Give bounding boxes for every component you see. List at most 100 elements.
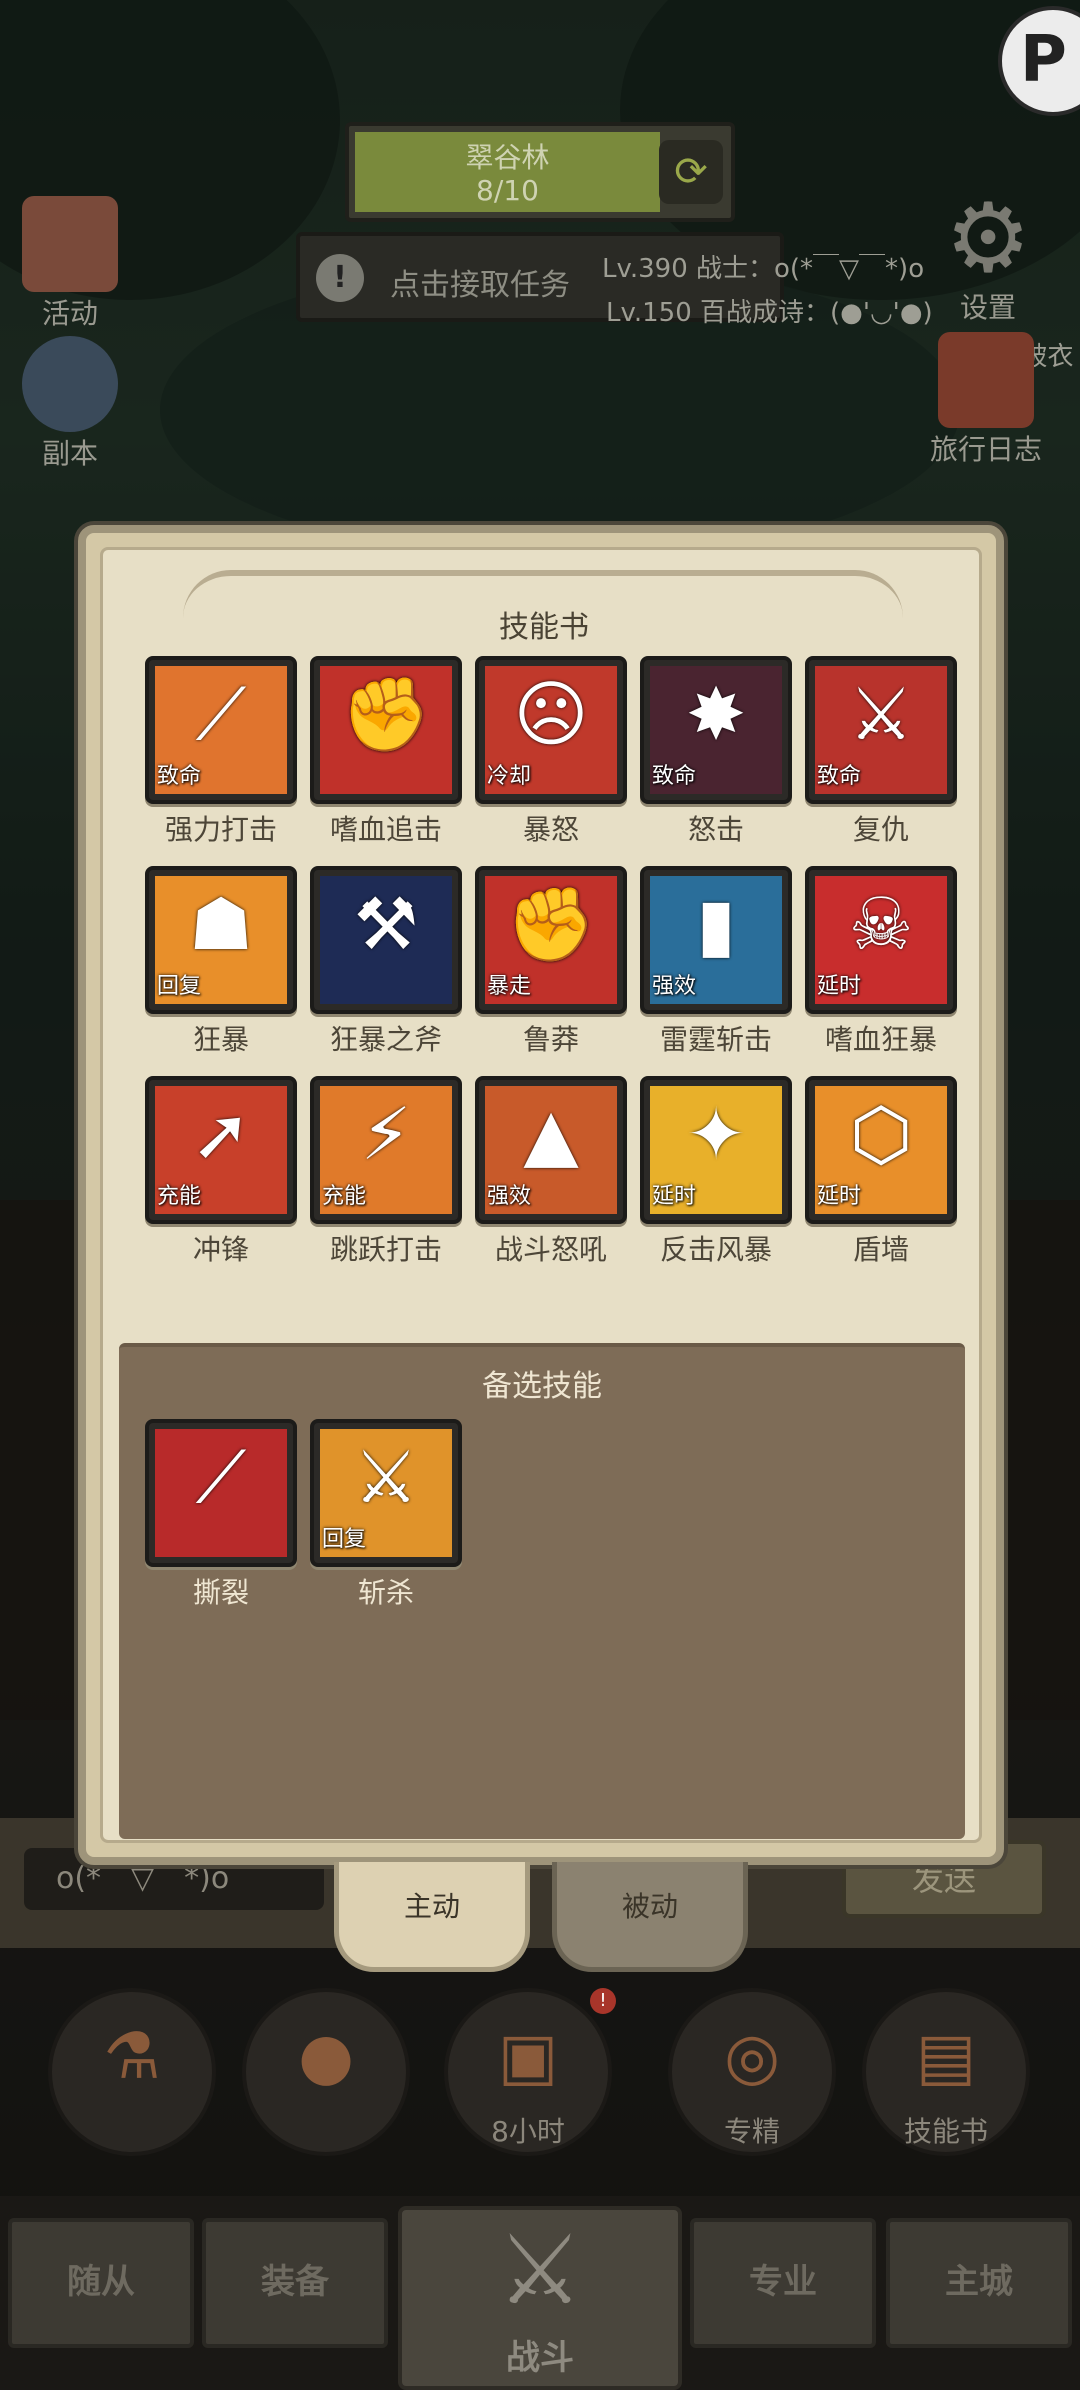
skill-slot[interactable]: ☠ 延时 <box>805 866 957 1014</box>
dungeon-button[interactable]: 副本 <box>22 336 118 472</box>
info-icon: ! <box>316 254 364 302</box>
skill-book-dialog: 技能书 ⟋ 致命 强力打击 ✊ 嗜血追击 ☹ 冷却 暴怒 ✸ 致命 怒击 ⚔ 致命 复仇 ☗ 回复 狂暴 ⚒ 狂暴之… <box>78 525 1004 1865</box>
skill-tag: 充能 <box>322 1184 367 1209</box>
skill-card[interactable]: ✊ 嗜血追击 <box>310 656 462 848</box>
skill-slot[interactable]: ⚔ 回复 <box>310 1419 462 1567</box>
skill-card[interactable]: ✦ 延时 反击风暴 <box>640 1076 792 1268</box>
nav-equipment[interactable]: 装备 <box>202 2218 388 2348</box>
skill-slot[interactable]: ☗ 回复 <box>145 866 297 1014</box>
skill-card[interactable]: ⚒ 狂暴之斧 <box>310 866 462 1058</box>
skill-card[interactable]: ▮ 强效雷霆斩击 <box>640 866 792 1058</box>
skill-slot[interactable]: ⬡ 延时 <box>805 1076 957 1224</box>
treasure-chest-button[interactable]: ▣ 8小时 <box>444 1988 612 2156</box>
skill-name: 跳跃打击 <box>329 1233 442 1266</box>
skill-name: 狂暴之斧 <box>329 1023 442 1056</box>
skill-name: 暴怒 <box>522 813 579 846</box>
treasure-chest-icon: ▣ <box>497 2020 559 2094</box>
skill-book-label: 技能书 <box>903 2115 988 2148</box>
quest-text: 点击接取任务 <box>390 268 570 303</box>
skill-tag: 延时 <box>817 974 862 999</box>
lightning-axe-icon: ⚒ <box>320 876 452 1004</box>
nav-followers[interactable]: 随从 <box>8 2218 194 2348</box>
fist-icon: ✊ <box>320 666 452 794</box>
skill-name: 盾墙 <box>852 1233 909 1266</box>
settings-button[interactable]: ⚙ 设置 <box>940 190 1036 326</box>
skill-slot[interactable]: ✦ 延时 <box>640 1076 792 1224</box>
potion-button[interactable]: ⚗ <box>48 1988 216 2156</box>
skill-slot[interactable]: ▮ 强效 <box>640 866 792 1014</box>
skill-slot[interactable]: ⟋ <box>145 1419 297 1567</box>
nav-battle-label: 战斗 <box>506 2338 574 2378</box>
dungeon-portal-icon <box>22 336 118 432</box>
skill-tag: 延时 <box>817 1184 862 1209</box>
journal-label: 旅行日志 <box>930 433 1043 466</box>
activity-button[interactable]: 活动 <box>22 196 118 332</box>
skill-name: 雷霆斩击 <box>659 1023 772 1056</box>
gear-icon: ⚙ <box>944 182 1032 294</box>
skill-tag: 致命 <box>652 764 697 789</box>
skill-slot[interactable]: ✊ 暴走 <box>475 866 627 1014</box>
skill-tag: 回复 <box>157 974 202 999</box>
skill-name: 复仇 <box>852 813 909 846</box>
dungeon-label: 副本 <box>41 437 98 470</box>
skill-slot[interactable]: ➚ 充能 <box>145 1076 297 1224</box>
specialization-icon: ◎ <box>724 2020 780 2094</box>
skill-book-panel: 技能书 ⟋ 致命 强力打击 ✊ 嗜血追击 ☹ 冷却 暴怒 ✸ 致命 怒击 ⚔ 致命 复仇 ☗ 回复 狂暴 ⚒ 狂暴之… <box>100 547 982 1843</box>
tab-active-skills[interactable]: 主动 <box>334 1862 530 1972</box>
alternate-skills-title: 备选技能 <box>482 1369 602 1404</box>
skill-slot[interactable]: ✊ <box>310 656 462 804</box>
skill-tag: 强效 <box>652 974 697 999</box>
skill-card[interactable]: ✸ 致命怒击 <box>640 656 792 848</box>
bread-button[interactable]: ● <box>242 1988 410 2156</box>
nav-battle[interactable]: ⚔ 战斗 <box>398 2206 682 2390</box>
nav-profession[interactable]: 专业 <box>690 2218 876 2348</box>
activity-label: 活动 <box>41 297 98 330</box>
skill-tag: 致命 <box>157 764 202 789</box>
skill-card[interactable]: ➚ 充能冲锋 <box>145 1076 297 1268</box>
specialization-button[interactable]: ◎ 专精 <box>668 1988 836 2156</box>
skill-name: 怒击 <box>687 813 744 846</box>
skill-card[interactable]: ▲ 强效 战斗怒吼 <box>475 1076 627 1268</box>
skill-slot[interactable]: ⟋ 致命 <box>145 656 297 804</box>
zone-progress-panel: 翠谷林 8/10 ⟳ <box>345 122 735 222</box>
skill-name: 强力打击 <box>164 813 277 846</box>
skill-card[interactable]: ⟋ 致命强力打击 <box>145 656 297 848</box>
alternate-skills-panel: 备选技能 ⟋ 撕裂 ⚔ 回复斩杀 <box>119 1343 965 1839</box>
skill-name: 撕裂 <box>192 1576 249 1609</box>
skill-card[interactable]: ✊ 暴走 鲁莽 <box>475 866 627 1058</box>
skill-card[interactable]: ⬡ 延时盾墙 <box>805 1076 957 1268</box>
chest-timer: 8小时 <box>491 2115 565 2148</box>
skill-slot[interactable]: ▲ 强效 <box>475 1076 627 1224</box>
potion-icon: ⚗ <box>103 2020 161 2094</box>
skill-tag: 回复 <box>322 1527 367 1552</box>
skill-slot[interactable]: ⚒ <box>310 866 462 1014</box>
skill-slot[interactable]: ⚔ 致命 <box>805 656 957 804</box>
activity-book-icon <box>22 196 118 292</box>
skill-slot[interactable]: ✸ 致命 <box>640 656 792 804</box>
skill-card[interactable]: ☗ 回复狂暴 <box>145 866 297 1058</box>
skill-tag: 延时 <box>652 1184 697 1209</box>
notification-badge: ! <box>590 1988 616 2014</box>
skill-book-button[interactable]: ▤ 技能书 <box>862 1988 1030 2156</box>
skill-card[interactable]: ☹ 冷却暴怒 <box>475 656 627 848</box>
skill-name: 斩杀 <box>357 1576 414 1609</box>
skill-name: 冲锋 <box>192 1233 249 1266</box>
zone-name: 翠谷林 <box>465 141 550 174</box>
skill-card[interactable]: ⚡ 充能跳跃打击 <box>310 1076 462 1268</box>
journal-button[interactable]: 旅行日志 <box>930 332 1042 468</box>
skill-name: 狂暴 <box>192 1023 249 1056</box>
skill-slot[interactable]: ⚡ 充能 <box>310 1076 462 1224</box>
refresh-icon[interactable]: ⟳ <box>659 140 723 204</box>
skill-card[interactable]: ⟋ 撕裂 <box>145 1419 297 1611</box>
nav-city[interactable]: 主城 <box>886 2218 1072 2348</box>
tab-passive-skills[interactable]: 被动 <box>552 1862 748 1972</box>
skill-tag: 暴走 <box>487 974 532 999</box>
skill-card[interactable]: ⚔ 回复斩杀 <box>310 1419 462 1611</box>
skill-tag: 充能 <box>157 1184 202 1209</box>
rend-icon: ⟋ <box>155 1429 287 1557</box>
skill-card[interactable]: ☠ 延时 嗜血狂暴 <box>805 866 957 1058</box>
skill-slot[interactable]: ☹ 冷却 <box>475 656 627 804</box>
skill-card[interactable]: ⚔ 致命复仇 <box>805 656 957 848</box>
chat-line-1: Lv.390 战士：o(*￣▽￣*)o <box>602 254 925 284</box>
journal-icon <box>938 332 1034 428</box>
